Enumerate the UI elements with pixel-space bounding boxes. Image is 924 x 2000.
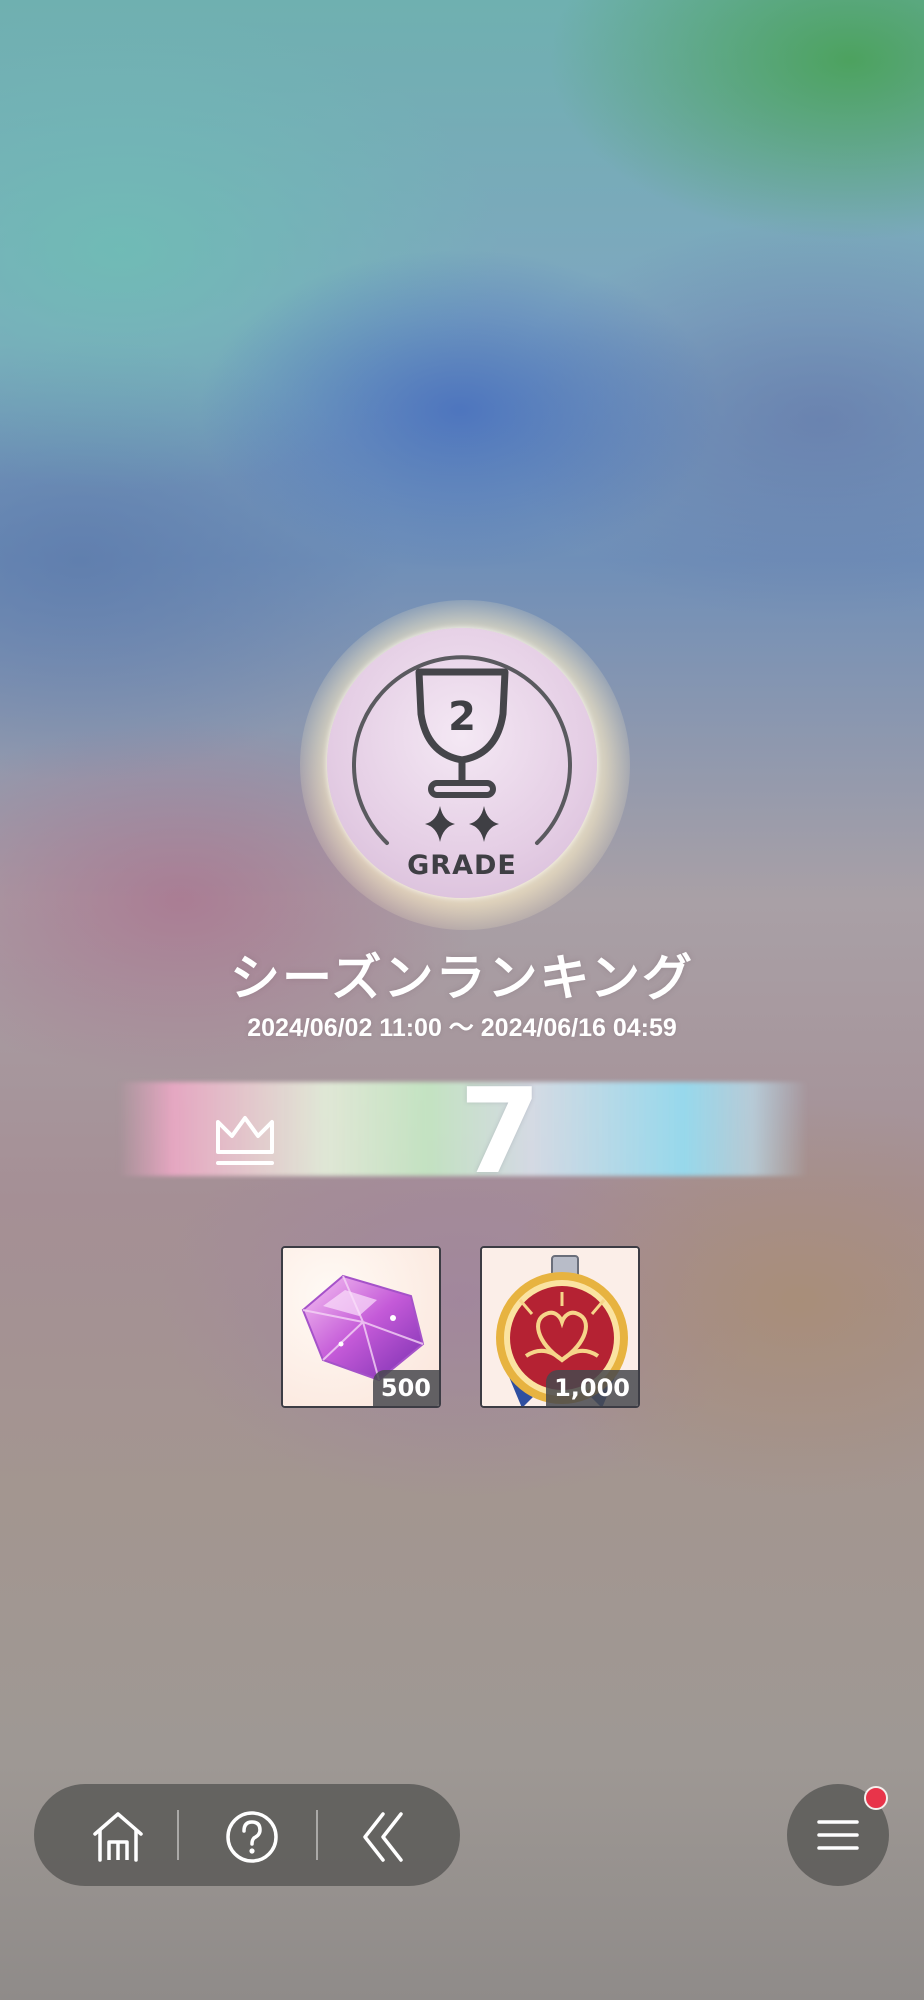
crown-icon [216, 1116, 274, 1165]
bottom-nav-bar [34, 1784, 460, 1886]
grade-number: 2 [448, 694, 476, 740]
season-period: 2024/06/02 11:00 ～ 2024/06/16 04:59 [247, 1014, 677, 1042]
grade-label: GRADE [407, 850, 517, 881]
nav-divider [316, 1810, 318, 1860]
notification-dot [864, 1786, 888, 1810]
star-icon [425, 806, 455, 842]
reward-item-gem[interactable]: 500 [281, 1246, 441, 1408]
help-button[interactable] [200, 1784, 300, 1886]
back-button[interactable] [334, 1784, 434, 1886]
back-icon [363, 1812, 403, 1862]
rank-value: 7 [458, 1062, 542, 1200]
home-icon [93, 1812, 143, 1862]
season-ranking-screen: 2 GRADE シーズンランキング 2024/06/02 11:00 ～ 202… [0, 0, 924, 2000]
nav-divider [177, 1810, 179, 1860]
menu-icon [817, 1820, 859, 1850]
grade-badge: 2 GRADE [327, 628, 597, 898]
reward-quantity: 500 [372, 1370, 439, 1406]
reward-quantity: 1,000 [546, 1370, 638, 1406]
help-icon [226, 1811, 278, 1863]
star-icon [469, 806, 499, 842]
reward-item-medal[interactable]: 1,000 [480, 1246, 640, 1408]
home-button[interactable] [66, 1784, 166, 1886]
season-ranking-title: シーズンランキング [230, 949, 694, 1007]
